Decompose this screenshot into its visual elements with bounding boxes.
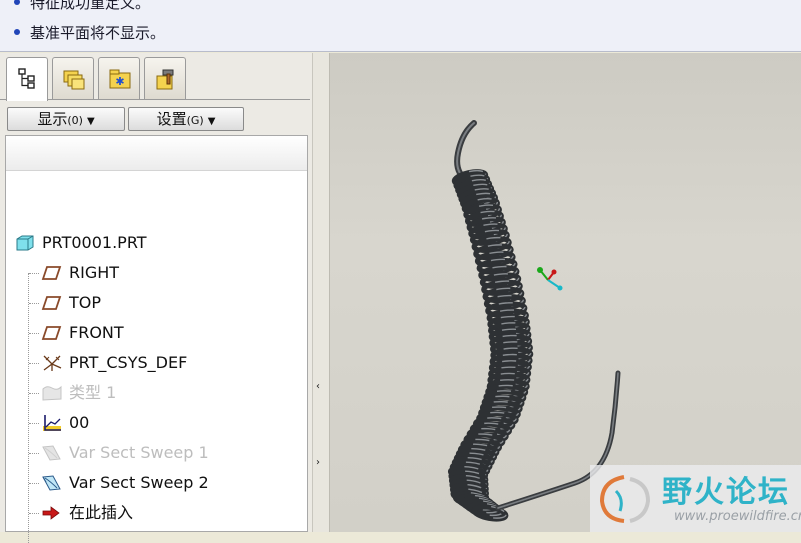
tree-connector [29, 453, 39, 455]
settings-shortcut: (G) [186, 114, 204, 127]
bullet-icon [14, 0, 20, 5]
tree-item-label: PRT_CSYS_DEF [69, 353, 188, 372]
show-shortcut: (0) [67, 114, 83, 127]
tree-connector [29, 273, 39, 275]
message-text: 特征成功重定义。 [30, 0, 151, 12]
tree-connector [29, 513, 39, 515]
tree-item-label: FRONT [69, 323, 124, 342]
datum-plane-icon [41, 326, 62, 340]
part-icon [16, 235, 34, 251]
settings-label: 设置 [156, 110, 187, 128]
surface-icon [42, 385, 62, 401]
tab-folder-browser[interactable] [52, 57, 94, 99]
bullet-icon [14, 28, 20, 35]
tree-connector [29, 303, 39, 305]
csys-icon [43, 355, 62, 371]
navigator-panel: ✱ 显示(0) ▼ 设置(G) ▼ PRT0001.PRT RIGHT TOP … [0, 53, 312, 543]
tree-connector [28, 273, 30, 543]
collapse-arrow-icon[interactable]: ‹ [316, 381, 320, 392]
tree-connector [29, 333, 39, 335]
tab-model-tree[interactable] [6, 57, 48, 101]
message-line: 特征成功重定义。 [14, 0, 150, 13]
tree-connector [29, 363, 39, 365]
tree-connector [29, 423, 39, 425]
dropdown-arrow-icon: ▼ [207, 116, 216, 127]
favorites-icon: ✱ [109, 69, 131, 89]
tree-item-label: 00 [69, 413, 90, 432]
tree-item-label: Var Sect Sweep 1 [69, 443, 209, 462]
tree-connector [29, 483, 39, 485]
show-label: 显示 [37, 110, 68, 128]
sweep-icon [42, 445, 61, 461]
tree-filter-bar [6, 136, 307, 171]
watermark: 野火论坛 www.proewildfire.cn [590, 465, 801, 532]
message-text: 基准平面将不显示。 [30, 24, 166, 42]
datum-graph-icon [43, 415, 61, 431]
insert-here-icon [42, 506, 60, 520]
sweep-icon [42, 475, 61, 491]
tree-item-label: TOP [69, 293, 102, 312]
csys-triad-icon [537, 267, 563, 291]
tree-item-label: 类型 1 [69, 383, 117, 402]
tree-item-label: Var Sect Sweep 2 [69, 473, 209, 492]
watermark-url: www.proewildfire.cn [674, 509, 801, 524]
datum-plane-icon [41, 266, 62, 280]
tree-item-label: 在此插入 [69, 503, 134, 522]
tab-tools[interactable] [144, 57, 186, 99]
message-line: 基准平面将不显示。 [14, 23, 165, 43]
dropdown-arrow-icon: ▼ [86, 116, 95, 127]
datum-plane-icon [41, 296, 62, 310]
tab-favorites[interactable]: ✱ [98, 57, 140, 99]
expand-arrow-icon[interactable]: › [316, 457, 320, 468]
show-dropdown-button[interactable]: 显示(0) ▼ [7, 107, 125, 131]
forum-logo-icon [599, 475, 651, 523]
message-area: 特征成功重定义。 基准平面将不显示。 [0, 0, 801, 52]
model-tree: PRT0001.PRT RIGHT TOP FRONT PRT_CSYS_DEF… [5, 135, 308, 543]
panel-splitter[interactable]: ‹ › [312, 53, 330, 532]
model-tree-icon [18, 68, 35, 89]
watermark-title: 野火论坛 [662, 475, 790, 510]
settings-dropdown-button[interactable]: 设置(G) ▼ [128, 107, 244, 131]
graphics-window[interactable]: 野火论坛 www.proewildfire.cn [330, 53, 801, 532]
tools-icon [156, 69, 174, 90]
tree-root-label: PRT0001.PRT [42, 233, 147, 252]
tree-connector [29, 393, 39, 395]
folder-browser-icon [63, 70, 85, 90]
svg-text:✱: ✱ [115, 75, 124, 88]
tree-item-label: RIGHT [69, 263, 120, 282]
